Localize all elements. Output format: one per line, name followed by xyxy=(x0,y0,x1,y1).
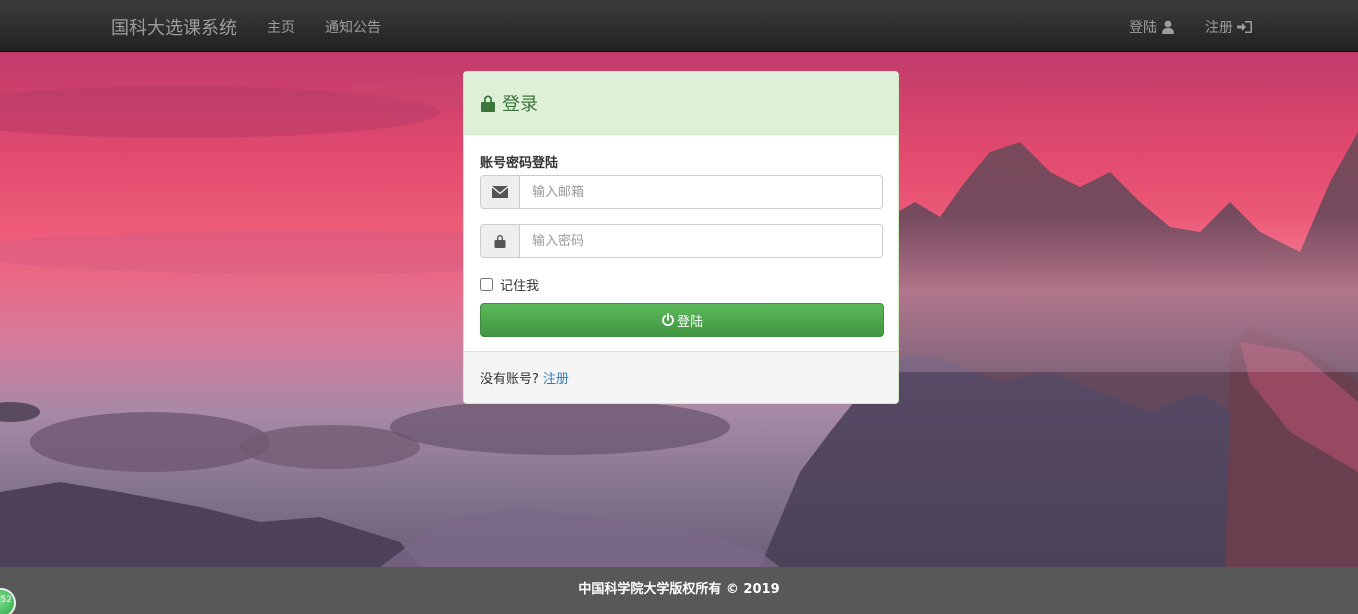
password-input[interactable] xyxy=(520,225,882,257)
nav-login-label: 登陆 xyxy=(1129,20,1157,36)
login-panel-title: 登录 xyxy=(502,94,538,115)
nav-register-link[interactable]: 注册 xyxy=(1205,17,1253,37)
nav-home-link[interactable]: 主页 xyxy=(267,17,295,37)
password-input-group xyxy=(480,224,883,258)
page-footer: 中国科学院大学版权所有 © 2019 xyxy=(0,567,1358,614)
lock-icon xyxy=(494,235,506,248)
envelope-icon xyxy=(492,186,508,198)
email-input[interactable] xyxy=(520,176,882,208)
register-link[interactable]: 注册 xyxy=(543,368,569,387)
power-icon xyxy=(662,313,674,327)
email-addon xyxy=(481,176,520,208)
user-icon xyxy=(1162,20,1174,34)
email-input-group xyxy=(480,175,883,209)
remember-me: 记住我 xyxy=(480,275,539,294)
form-title: 账号密码登陆 xyxy=(480,156,559,171)
remember-me-label: 记住我 xyxy=(500,279,540,294)
login-panel-heading: 登录 xyxy=(464,72,898,135)
lock-icon xyxy=(481,95,495,112)
top-navbar: 国科大选课系统 主页 通知公告 登陆 注册 xyxy=(0,0,1358,52)
login-submit-button[interactable]: 登陆 xyxy=(480,303,884,337)
nav-login-link[interactable]: 登陆 xyxy=(1129,17,1175,37)
nav-register-label: 注册 xyxy=(1205,20,1233,36)
nav-notice-link[interactable]: 通知公告 xyxy=(325,17,381,37)
sign-in-icon xyxy=(1237,21,1252,33)
badge-count: 52 xyxy=(0,595,12,605)
no-account-text: 没有账号? xyxy=(480,372,539,387)
login-panel-footer: 没有账号? 注册 xyxy=(464,351,898,403)
copyright-text: 中国科学院大学版权所有 © 2019 xyxy=(578,582,780,597)
login-panel: 登录 账号密码登陆 记住我 xyxy=(463,71,899,404)
password-addon xyxy=(481,225,520,257)
remember-me-checkbox[interactable] xyxy=(480,278,493,291)
login-submit-label: 登陆 xyxy=(676,314,703,330)
brand-title[interactable]: 国科大选课系统 xyxy=(111,14,237,40)
login-form: 账号密码登陆 记住我 xyxy=(464,135,898,353)
